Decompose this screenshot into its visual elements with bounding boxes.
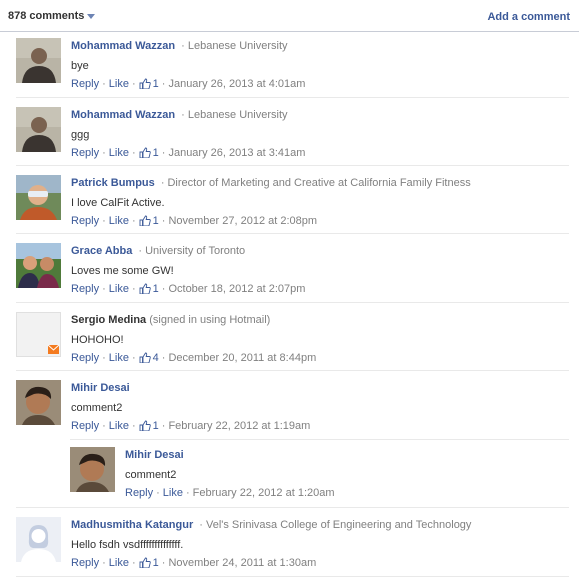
divider: [16, 302, 569, 303]
comment-item: Mohammad Wazzan · Lebanese University bye…: [16, 38, 569, 98]
like-link[interactable]: Like: [109, 215, 129, 227]
comment-text: I love CalFit Active.: [71, 197, 165, 209]
reply-item: Mihir Desai comment2 Reply · Like · February…: [70, 439, 569, 507]
like-count[interactable]: 1: [153, 557, 159, 569]
comments-header: 878 comments Add a comment: [0, 0, 579, 32]
reply-link[interactable]: Reply: [71, 420, 99, 432]
author-name[interactable]: Mohammad Wazzan: [71, 40, 175, 52]
comment-item: Grace Abba · University of Toronto Loves …: [16, 243, 569, 303]
comment-item: Patrick Bumpus · Director of Marketing an…: [16, 175, 569, 234]
like-count[interactable]: 1: [153, 283, 159, 295]
comment-timestamp[interactable]: October 18, 2012 at 2:07pm: [168, 283, 305, 295]
author-name[interactable]: Mohammad Wazzan: [71, 109, 175, 121]
reply-link[interactable]: Reply: [125, 487, 153, 499]
thumbs-up-icon: [139, 557, 151, 568]
avatar-photo-icon: [16, 38, 61, 83]
avatar[interactable]: [16, 380, 61, 425]
like-count[interactable]: 4: [153, 352, 159, 364]
comment-text: Hello fsdh vsdffffffffffffff.: [71, 539, 184, 551]
comment-text: comment2: [125, 469, 177, 481]
thumbs-up-icon: [139, 215, 151, 226]
like-count[interactable]: 1: [153, 215, 159, 227]
reply-link[interactable]: Reply: [71, 215, 99, 227]
like-count[interactable]: 1: [153, 147, 159, 159]
comment-count-label: 878 comments: [8, 10, 85, 22]
divider: [16, 97, 569, 98]
comment-timestamp[interactable]: January 26, 2013 at 3:41am: [168, 147, 305, 159]
comment-timestamp[interactable]: November 24, 2011 at 1:30am: [168, 557, 316, 569]
company-link[interactable]: California Family Fitness: [350, 177, 470, 189]
author-signin-note: (signed in using Hotmail): [149, 314, 271, 326]
author-name[interactable]: Mihir Desai: [71, 382, 130, 394]
comment-text: ggg: [71, 129, 90, 141]
avatar-photo-icon: [70, 447, 115, 492]
comment-item: Mohammad Wazzan · Lebanese University ggg…: [16, 107, 569, 166]
author-affiliation[interactable]: Vel's Srinivasa College of Engineering a…: [206, 519, 471, 531]
avatar[interactable]: [16, 175, 61, 220]
divider: [16, 576, 569, 577]
author-name: Sergio Medina: [71, 314, 147, 326]
like-count[interactable]: 1: [153, 78, 159, 90]
author-affiliation: Director of Marketing and Creative at: [167, 177, 348, 189]
avatar-photo-icon: [16, 243, 61, 288]
avatar[interactable]: [16, 38, 61, 83]
avatar-photo-icon: [16, 107, 61, 152]
author-affiliation[interactable]: Lebanese University: [188, 40, 288, 52]
comment-timestamp[interactable]: December 20, 2011 at 8:44pm: [168, 352, 316, 364]
author-affiliation[interactable]: Lebanese University: [188, 109, 288, 121]
comment-text: bye: [71, 60, 89, 72]
comment-timestamp[interactable]: January 26, 2013 at 4:01am: [168, 78, 305, 90]
author-name[interactable]: Madhusmitha Katangur: [71, 519, 193, 531]
author-name[interactable]: Grace Abba: [71, 245, 132, 257]
like-link[interactable]: Like: [109, 78, 129, 90]
avatar[interactable]: [16, 107, 61, 152]
default-user-icon: [16, 517, 61, 562]
like-link[interactable]: Like: [109, 147, 129, 159]
author-affiliation[interactable]: University of Toronto: [145, 245, 245, 257]
add-comment-link[interactable]: Add a comment: [487, 11, 570, 23]
comment-timestamp[interactable]: February 22, 2012 at 1:20am: [193, 487, 335, 499]
chevron-down-icon[interactable]: [87, 13, 96, 19]
divider: [16, 233, 569, 234]
divider: [16, 507, 569, 508]
avatar-photo-icon: [16, 175, 61, 220]
divider: [16, 165, 569, 166]
comment-timestamp[interactable]: February 22, 2012 at 1:19am: [168, 420, 310, 432]
comment-item: Sergio Medina (signed in using Hotmail) …: [16, 312, 569, 371]
like-link[interactable]: Like: [109, 352, 129, 364]
divider: [70, 439, 569, 440]
hotmail-icon: [17, 313, 60, 356]
like-link[interactable]: Like: [109, 557, 129, 569]
avatar[interactable]: [70, 447, 115, 492]
avatar[interactable]: [16, 312, 61, 357]
thumbs-up-icon: [139, 78, 151, 89]
reply-link[interactable]: Reply: [71, 78, 99, 90]
author-name[interactable]: Patrick Bumpus: [71, 177, 155, 189]
comment-item: Madhusmitha Katangur · Vel's Srinivasa Co…: [16, 517, 569, 577]
thumbs-up-icon: [139, 283, 151, 294]
like-count[interactable]: 1: [153, 420, 159, 432]
comment-text: Loves me some GW!: [71, 265, 174, 277]
comment-text: HOHOHO!: [71, 334, 124, 346]
avatar-photo-icon: [16, 380, 61, 425]
comment-count[interactable]: 878 comments: [8, 10, 96, 22]
like-link[interactable]: Like: [163, 487, 183, 499]
comment-timestamp[interactable]: November 27, 2012 at 2:08pm: [168, 215, 317, 227]
divider: [16, 370, 569, 371]
like-link[interactable]: Like: [109, 283, 129, 295]
reply-link[interactable]: Reply: [71, 283, 99, 295]
thumbs-up-icon: [139, 147, 151, 158]
reply-link[interactable]: Reply: [71, 352, 99, 364]
reply-link[interactable]: Reply: [71, 147, 99, 159]
author-name[interactable]: Mihir Desai: [125, 449, 184, 461]
like-link[interactable]: Like: [109, 420, 129, 432]
reply-link[interactable]: Reply: [71, 557, 99, 569]
comment-item: Mihir Desai comment2 Reply · Like · 1 · Februa…: [16, 380, 569, 439]
avatar[interactable]: [16, 243, 61, 288]
avatar[interactable]: [16, 517, 61, 562]
thumbs-up-icon: [139, 420, 151, 431]
thumbs-up-icon: [139, 352, 151, 363]
comment-text: comment2: [71, 402, 123, 414]
